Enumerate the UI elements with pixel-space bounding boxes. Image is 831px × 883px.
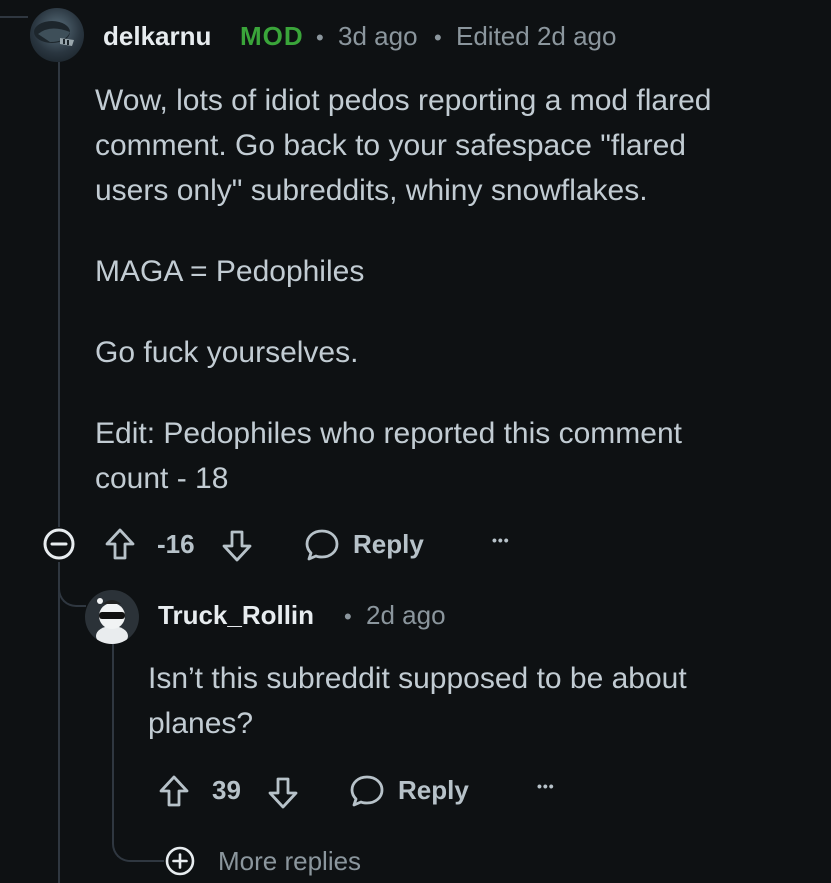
comment-body: Wow, lots of idiot pedos reporting a mod… [95, 78, 711, 501]
thread-line-reply [112, 642, 114, 842]
comment-line: MAGA = Pedophiles [95, 255, 365, 288]
comment-line: Go fuck yourselves. [95, 336, 359, 369]
comment-line: comment. Go back to your safespace "flar… [95, 129, 686, 162]
comment-timestamp: 3d ago [338, 21, 418, 51]
vote-score: 39 [212, 775, 241, 805]
upvote-icon[interactable] [104, 527, 136, 561]
thread-line-top-connector [0, 16, 28, 18]
more-replies-link[interactable]: More replies [218, 846, 361, 877]
comment-paragraph: MAGA = Pedophiles [95, 249, 711, 294]
downvote-icon[interactable] [267, 776, 299, 810]
reply-body: Isn’t this subreddit supposed to be abou… [148, 656, 687, 746]
comment-edited-timestamp: Edited 2d ago [456, 21, 617, 51]
reply-bubble-icon[interactable] [349, 774, 385, 808]
comment-line: Edit: Pedophiles who reported this comme… [95, 417, 682, 450]
comment-line: count - 18 [95, 462, 229, 495]
reply-line: Isn’t this subreddit supposed to be abou… [148, 662, 687, 695]
thread-line-children [58, 562, 60, 883]
mod-badge: MOD [240, 21, 304, 51]
thread-curve-more-replies [112, 828, 164, 862]
avatar[interactable] [30, 8, 84, 62]
overflow-menu-button[interactable]: ••• [492, 532, 510, 548]
meta-separator: • [434, 25, 442, 50]
reply-button[interactable]: Reply [398, 775, 469, 806]
comment-paragraph: Edit: Pedophiles who reported this comme… [95, 411, 711, 501]
vote-score: -16 [157, 529, 195, 559]
downvote-icon[interactable] [221, 529, 253, 563]
reply-username[interactable]: Truck_Rollin [158, 600, 314, 631]
overflow-menu-button[interactable]: ••• [537, 778, 555, 794]
snoo-avatar-icon [96, 598, 128, 644]
reply-bubble-icon[interactable] [304, 528, 340, 562]
reply-button[interactable]: Reply [353, 529, 424, 560]
reply-timestamp: 2d ago [366, 600, 446, 630]
comment-line: users only" subreddits, whiny snowflakes… [95, 174, 648, 207]
reply-line: planes? [148, 707, 254, 740]
alien-avatar-icon [34, 21, 74, 46]
upvote-icon[interactable] [158, 774, 190, 808]
comment-paragraph: Go fuck yourselves. [95, 330, 711, 375]
comment-line: Wow, lots of idiot pedos reporting a mod… [95, 84, 712, 117]
comment-username[interactable]: delkarnu [103, 21, 211, 52]
expand-more-icon[interactable] [164, 845, 196, 877]
thread-curve-reply [58, 575, 86, 607]
avatar[interactable] [85, 590, 139, 644]
collapse-thread-icon[interactable] [42, 527, 76, 561]
thread-line-main [58, 62, 60, 527]
meta-separator: • [316, 25, 324, 50]
meta-separator: • [344, 604, 352, 629]
comment-paragraph: Wow, lots of idiot pedos reporting a mod… [95, 78, 711, 213]
